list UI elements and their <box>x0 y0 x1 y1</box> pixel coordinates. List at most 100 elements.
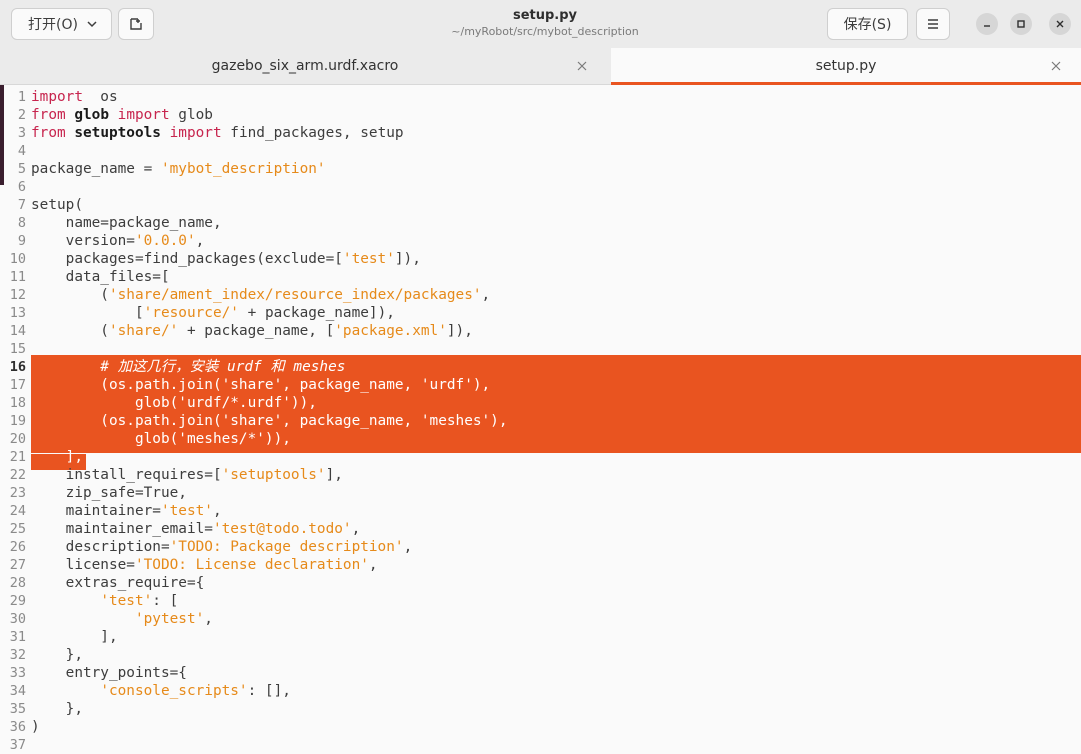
code-text: ) <box>31 718 40 736</box>
code-token: data_files=[ <box>31 269 170 285</box>
code-line[interactable]: 17 (os.path.join('share', package_name, … <box>0 376 1081 394</box>
code-text: description='TODO: Package description', <box>31 538 413 556</box>
close-tab-icon[interactable] <box>576 60 588 72</box>
code-line[interactable]: 37 <box>0 736 1081 754</box>
code-text: 'pytest', <box>31 610 213 628</box>
minimize-button[interactable] <box>976 13 998 35</box>
line-number: 2 <box>17 107 26 123</box>
code-line[interactable]: 5 package_name = 'mybot_description' <box>0 160 1081 178</box>
tab-bar: gazebo_six_arm.urdf.xacro setup.py <box>0 48 1081 85</box>
code-line[interactable]: 35 }, <box>0 700 1081 718</box>
title-area: setup.py ~/myRobot/src/mybot_description <box>345 7 745 39</box>
code-line[interactable]: 12 ('share/ament_index/resource_index/pa… <box>0 286 1081 304</box>
code-line[interactable]: 1 import os <box>0 88 1081 106</box>
code-line[interactable]: 3 from setuptools import find_packages, s… <box>0 124 1081 142</box>
code-token: name=package_name, <box>31 215 222 231</box>
code-line[interactable]: 33 entry_points={ <box>0 664 1081 682</box>
code-line[interactable]: 22 install_requires=['setuptools'], <box>0 466 1081 484</box>
code-token: maintainer= <box>31 503 161 519</box>
code-line[interactable]: 30 'pytest', <box>0 610 1081 628</box>
code-line[interactable]: 27 license='TODO: License declaration', <box>0 556 1081 574</box>
code-text: ('share/' + package_name, ['package.xml'… <box>31 322 473 340</box>
code-token: description= <box>31 539 170 555</box>
line-number: 31 <box>9 629 26 645</box>
code-token: version= <box>31 233 135 249</box>
line-number: 8 <box>17 215 26 231</box>
code-token: , <box>195 233 205 249</box>
code-token: os <box>82 89 118 105</box>
code-line[interactable]: 23 zip_safe=True, <box>0 484 1081 502</box>
code-text: 'test': [ <box>31 592 178 610</box>
line-number: 37 <box>9 737 26 753</box>
code-token: , <box>212 503 222 519</box>
code-text: setup( <box>31 196 83 214</box>
code-line[interactable]: 20 glob('meshes/*')), <box>0 430 1081 448</box>
code-text: data_files=[ <box>31 268 170 286</box>
code-token: , <box>351 521 361 537</box>
code-line[interactable]: 6 <box>0 178 1081 196</box>
code-token: [ <box>31 305 144 321</box>
code-line[interactable]: 8 name=package_name, <box>0 214 1081 232</box>
code-text: ['resource/' + package_name]), <box>31 304 395 322</box>
code-token: install_requires=[ <box>31 467 222 483</box>
code-line[interactable]: 34 'console_scripts': [], <box>0 682 1081 700</box>
code-line[interactable]: 9 version='0.0.0', <box>0 232 1081 250</box>
code-line[interactable]: 18 glob('urdf/*.urdf')), <box>0 394 1081 412</box>
tab-setup-py[interactable]: setup.py <box>611 48 1081 85</box>
code-token: ], <box>31 449 83 465</box>
code-token: entry_points={ <box>31 665 187 681</box>
code-line[interactable]: 31 ], <box>0 628 1081 646</box>
code-token: 'test@todo.todo' <box>212 521 352 537</box>
code-text: glob('urdf/*.urdf')), <box>31 394 317 412</box>
code-text: maintainer_email='test@todo.todo', <box>31 520 361 538</box>
new-tab-button[interactable] <box>118 8 154 40</box>
code-editor[interactable]: 1 import os 2 from glob import glob 3 from se… <box>0 85 1081 754</box>
code-token: 'test' <box>100 593 153 609</box>
code-text: ('share/ament_index/resource_index/packa… <box>31 286 490 304</box>
code-text: (os.path.join('share', package_name, 'me… <box>31 412 507 430</box>
line-number: 24 <box>9 503 26 519</box>
code-line[interactable]: 14 ('share/' + package_name, ['package.x… <box>0 322 1081 340</box>
code-text: import os <box>31 88 118 106</box>
menu-button[interactable] <box>916 8 950 40</box>
code-line[interactable]: 25 maintainer_email='test@todo.todo', <box>0 520 1081 538</box>
line-number: 26 <box>9 539 26 555</box>
code-line[interactable]: 29 'test': [ <box>0 592 1081 610</box>
code-line[interactable]: 24 maintainer='test', <box>0 502 1081 520</box>
code-line[interactable]: 11 data_files=[ <box>0 268 1081 286</box>
code-line[interactable]: 26 description='TODO: Package descriptio… <box>0 538 1081 556</box>
code-line[interactable]: 7 setup( <box>0 196 1081 214</box>
tab-gazebo-six-arm[interactable]: gazebo_six_arm.urdf.xacro <box>0 48 610 84</box>
open-button[interactable]: 打开(O) <box>11 8 112 40</box>
code-token: glob <box>74 107 109 123</box>
code-line[interactable]: 28 extras_require={ <box>0 574 1081 592</box>
code-token: glob('meshes/*')), <box>31 431 291 447</box>
code-line[interactable]: 13 ['resource/' + package_name]), <box>0 304 1081 322</box>
code-line[interactable]: 32 }, <box>0 646 1081 664</box>
close-window-button[interactable] <box>1049 13 1071 35</box>
code-line[interactable]: 19 (os.path.join('share', package_name, … <box>0 412 1081 430</box>
code-token: }, <box>31 647 83 663</box>
line-number: 30 <box>9 611 26 627</box>
code-token: 'share/' <box>108 323 179 339</box>
code-line[interactable]: 16 # 加这几行，安装 urdf 和 meshes <box>0 358 1081 376</box>
code-line[interactable]: 15 <box>0 340 1081 358</box>
line-number: 3 <box>17 125 26 141</box>
code-line[interactable]: 21 ], <box>0 448 1081 466</box>
code-token: packages=find_packages(exclude=[ <box>31 251 343 267</box>
close-tab-icon[interactable] <box>1050 60 1062 72</box>
code-token: , <box>204 611 213 627</box>
code-line[interactable]: 10 packages=find_packages(exclude=['test… <box>0 250 1081 268</box>
code-line[interactable]: 2 from glob import glob <box>0 106 1081 124</box>
maximize-button[interactable] <box>1010 13 1032 35</box>
line-number: 17 <box>9 377 26 393</box>
code-line[interactable]: 36) <box>0 718 1081 736</box>
code-text: extras_require={ <box>31 574 205 592</box>
code-line[interactable]: 4 <box>0 142 1081 160</box>
code-text: ], <box>31 628 117 646</box>
save-button[interactable]: 保存(S) <box>827 8 908 40</box>
code-token: , <box>481 287 491 303</box>
